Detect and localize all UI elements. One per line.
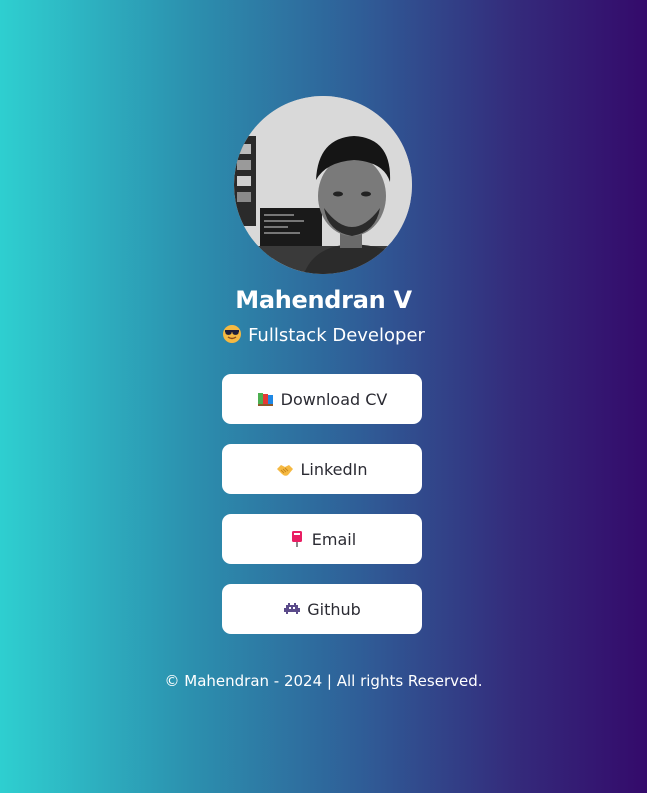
github-label: Github — [307, 599, 361, 619]
smiling-face-with-sunglasses-icon — [222, 324, 242, 344]
download-cv-button[interactable]: Download CV — [222, 374, 422, 424]
profile-role: Fullstack Developer — [0, 324, 647, 346]
books-icon — [257, 390, 275, 408]
footer-copyright: © Mahendran - 2024 | All rights Reserved… — [164, 672, 483, 690]
email-button[interactable]: Email — [222, 514, 422, 564]
linkedin-button[interactable]: LinkedIn — [222, 444, 422, 494]
linkedin-label: LinkedIn — [300, 459, 368, 479]
github-button[interactable]: Github — [222, 584, 422, 634]
space-invader-icon — [283, 600, 301, 618]
role-label: Fullstack Developer — [248, 325, 425, 346]
avatar — [234, 96, 412, 274]
profile-name: Mahendran V — [235, 286, 412, 314]
email-label: Email — [311, 529, 357, 549]
profile-card: Mahendran V Fullstack Developer Download… — [0, 0, 647, 793]
handshake-icon — [276, 460, 294, 478]
download-cv-label: Download CV — [280, 389, 388, 409]
postbox-icon — [288, 530, 306, 548]
